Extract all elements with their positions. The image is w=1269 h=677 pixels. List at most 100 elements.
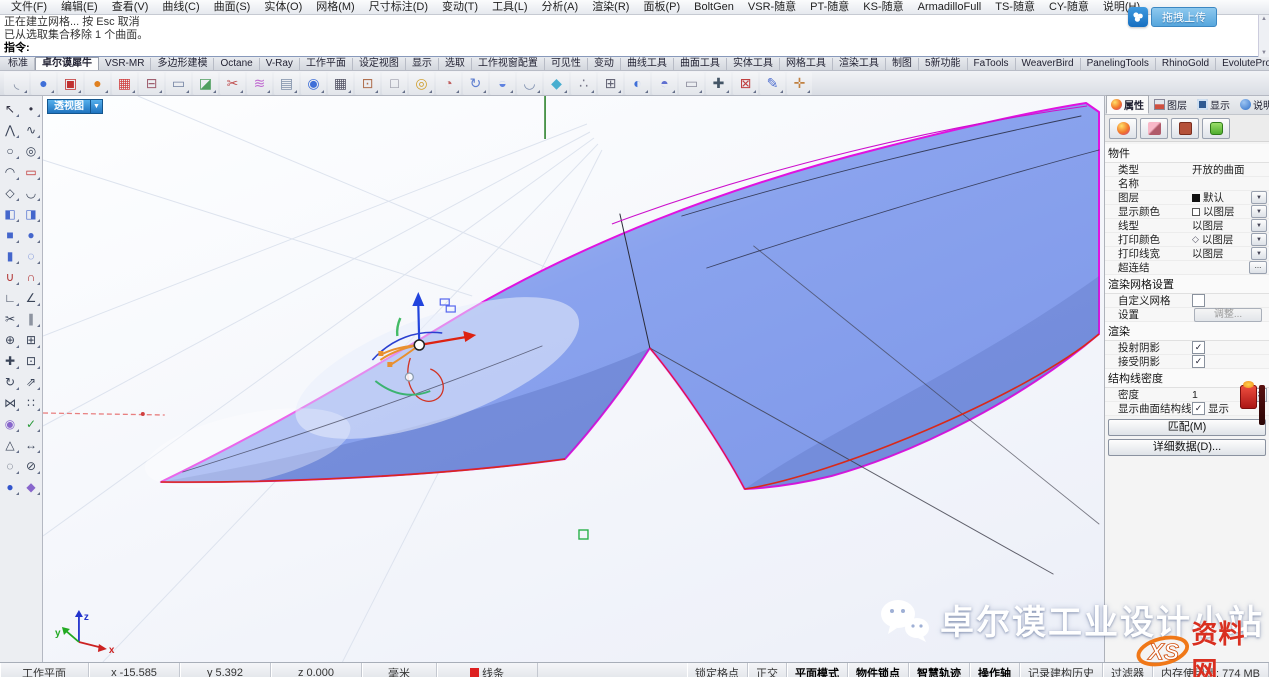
lock-icon[interactable]: ⊘ <box>21 455 41 476</box>
toolbar-tab-22[interactable]: PanelingTools <box>1081 58 1156 70</box>
toolbar-tab-0[interactable]: 标准 <box>2 58 35 70</box>
menu-item-17[interactable]: ArmadilloFull <box>911 1 989 14</box>
print-width-dropdown[interactable]: ▼ <box>1251 247 1267 260</box>
render-sphere-icon[interactable]: ● <box>85 72 110 95</box>
toolbar-tab-10[interactable]: 工作视窗配置 <box>472 58 545 70</box>
toolbar-tab-21[interactable]: WeaverBird <box>1016 58 1081 70</box>
toolbar-tab-20[interactable]: FaTools <box>968 58 1016 70</box>
details-button[interactable]: 详细数据(D)... <box>1108 439 1266 456</box>
print-width-value[interactable]: 以图层 <box>1192 246 1224 261</box>
section-tool-icon[interactable]: ⊟ <box>139 72 164 95</box>
zebra-analysis-icon[interactable]: ≋ <box>247 72 272 95</box>
draft-angle-icon[interactable]: ◔ <box>436 72 461 95</box>
patch-icon[interactable]: ◆ <box>21 476 41 497</box>
gem-icon[interactable]: ◆ <box>544 72 569 95</box>
menu-item-10[interactable]: 分析(A) <box>535 1 586 14</box>
texture-mapping-icon[interactable] <box>1171 118 1199 139</box>
object-display-icon[interactable] <box>1202 118 1230 139</box>
toolbar-tab-15[interactable]: 实体工具 <box>727 58 780 70</box>
split-icon[interactable]: ∥ <box>21 308 41 329</box>
polygon-icon[interactable]: ◇ <box>0 182 20 203</box>
mirror-icon[interactable]: ⋈ <box>0 392 20 413</box>
gumball-toggle[interactable]: 操作轴 <box>970 663 1020 677</box>
sphere-icon[interactable]: ● <box>21 224 41 245</box>
gumball-origin[interactable] <box>414 340 424 350</box>
array-icon[interactable]: ∷ <box>21 392 41 413</box>
cplane-button[interactable]: 工作平面 <box>0 663 89 677</box>
toolbar-tab-16[interactable]: 网格工具 <box>780 58 833 70</box>
cage-edit-icon[interactable]: ◓ <box>652 72 677 95</box>
swirl-icon[interactable]: ◐ <box>625 72 650 95</box>
hyperlink-browse-button[interactable]: ... <box>1249 261 1267 274</box>
hide-icon[interactable]: ◌ <box>0 455 20 476</box>
explode-icon[interactable]: ✂ <box>220 72 245 95</box>
print-color-value[interactable]: 以图层 <box>1202 232 1234 247</box>
control-curve-icon[interactable]: ∿ <box>21 119 41 140</box>
viewport-title-tab[interactable]: 透视图 ▼ <box>47 99 103 114</box>
toolbar-tab-8[interactable]: 显示 <box>406 58 439 70</box>
toolbox-icon[interactable]: ▣ <box>58 72 83 95</box>
gumball-z-arrow[interactable] <box>418 304 419 345</box>
surface-edge-icon[interactable]: ◨ <box>21 203 41 224</box>
scale-icon[interactable]: ⇗ <box>21 371 41 392</box>
display-color-dropdown[interactable]: ▼ <box>1251 205 1267 218</box>
toolbar-tab-12[interactable]: 变动 <box>588 58 621 70</box>
trim-icon[interactable]: ✂ <box>0 308 20 329</box>
grid-snap-toggle[interactable]: 锁定格点 <box>687 663 748 677</box>
chevron-down-icon[interactable]: ▼ <box>91 99 103 114</box>
grid-panel-icon[interactable]: ⊞ <box>598 72 623 95</box>
rotate-icon[interactable]: ↻ <box>0 371 20 392</box>
toolbar-tab-5[interactable]: V-Ray <box>260 58 300 70</box>
osnap-toggle[interactable]: 物件锁点 <box>848 663 909 677</box>
toolbar-tab-11[interactable]: 可见性 <box>545 58 588 70</box>
checker-map-icon[interactable]: ▦ <box>112 72 137 95</box>
radius-dim-icon[interactable]: ◎ <box>409 72 434 95</box>
command-scrollbar[interactable]: ▲▼ <box>1258 15 1269 57</box>
gumball-menu-dot[interactable] <box>405 373 413 381</box>
picture-frame-icon[interactable]: ◪ <box>193 72 218 95</box>
join-icon[interactable]: ⊕ <box>0 329 20 350</box>
panel-tab-layers[interactable]: 图层 <box>1149 95 1192 114</box>
menu-item-1[interactable]: 编辑(E) <box>54 1 105 14</box>
menu-item-3[interactable]: 曲线(C) <box>155 1 206 14</box>
menu-item-16[interactable]: KS-随意 <box>856 1 910 14</box>
toolbar-tab-13[interactable]: 曲线工具 <box>621 58 674 70</box>
menu-item-7[interactable]: 尺寸标注(D) <box>362 1 435 14</box>
box-icon[interactable]: ■ <box>0 224 20 245</box>
mesh-patch-icon[interactable]: ▦ <box>328 72 353 95</box>
menu-item-19[interactable]: CY-随意 <box>1042 1 1096 14</box>
menu-item-6[interactable]: 网格(M) <box>309 1 362 14</box>
toolbar-tab-3[interactable]: 多边形建模 <box>151 58 214 70</box>
focus-sphere-icon[interactable]: ◉ <box>301 72 326 95</box>
toolbar-tab-4[interactable]: Octane <box>214 58 259 70</box>
toolbar-tab-24[interactable]: EvolutePro <box>1216 58 1269 70</box>
cylinder-icon[interactable]: ▮ <box>0 245 20 266</box>
menu-item-12[interactable]: 面板(P) <box>636 1 687 14</box>
point-set-icon[interactable]: ∴ <box>571 72 596 95</box>
red-cage-icon[interactable]: ⊠ <box>733 72 758 95</box>
boolean-union-icon[interactable]: ∪ <box>0 266 20 287</box>
history-toggle[interactable]: 记录建构历史 <box>1020 663 1103 677</box>
mesh-sphere-icon[interactable]: ◒ <box>490 72 515 95</box>
material-icon[interactable] <box>1140 118 1168 139</box>
linetype-dropdown[interactable]: ▼ <box>1251 219 1267 232</box>
viewport-canvas[interactable]: z x y <box>43 96 1104 662</box>
panel-tab-display[interactable]: 显示 <box>1192 95 1235 114</box>
circle-3pt-icon[interactable]: ◎ <box>21 140 41 161</box>
move-icon[interactable]: ✚ <box>0 350 20 371</box>
gumball-scale-handle[interactable] <box>387 362 392 367</box>
toolbar-tab-17[interactable]: 渲染工具 <box>833 58 886 70</box>
planar-toggle[interactable]: 平面模式 <box>787 663 848 677</box>
menu-item-5[interactable]: 实体(O) <box>257 1 309 14</box>
toolbar-tab-14[interactable]: 曲面工具 <box>674 58 727 70</box>
panel-tab-help[interactable]: 说明 <box>1235 95 1269 114</box>
rectangle-icon[interactable]: ▭ <box>21 161 41 182</box>
move-icon[interactable]: ✚ <box>706 72 731 95</box>
surface-3pt-icon[interactable]: ◧ <box>0 203 20 224</box>
copy-icon[interactable]: ⊡ <box>21 350 41 371</box>
polyline-icon[interactable]: ⋀ <box>0 119 20 140</box>
layer-value[interactable]: 默认 <box>1203 190 1224 205</box>
layer-dropdown[interactable]: ▼ <box>1251 191 1267 204</box>
menu-item-4[interactable]: 曲面(S) <box>207 1 258 14</box>
gumball-scale-handle[interactable] <box>378 351 383 356</box>
